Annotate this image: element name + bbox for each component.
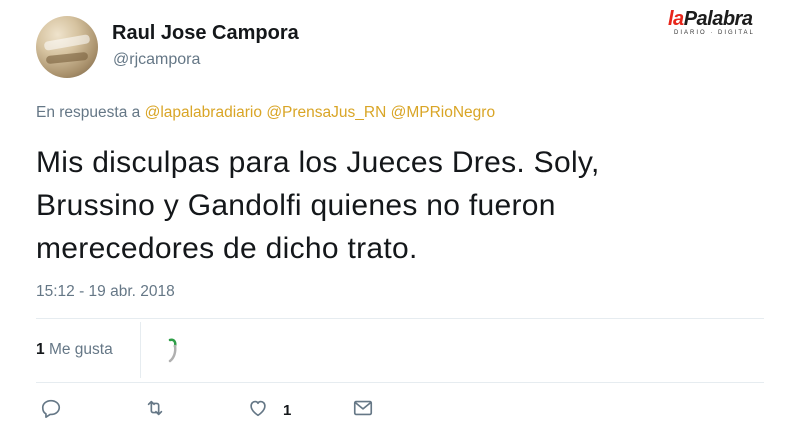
reply-context: En respuesta a @lapalabradiario @PrensaJ… bbox=[36, 104, 495, 122]
tweet-timestamp[interactable]: 15:12 - 19 abr. 2018 bbox=[36, 283, 175, 301]
likes-label: Me gusta bbox=[48, 341, 113, 358]
avatar[interactable] bbox=[36, 16, 98, 78]
mention-mprionegro[interactable]: @MPRioNegro bbox=[391, 104, 495, 121]
tweet-text: Mis disculpas para los Jueces Dres. Soly… bbox=[36, 141, 736, 270]
retweet-button[interactable] bbox=[144, 398, 166, 422]
stat-divider bbox=[140, 322, 141, 378]
likes-stat[interactable]: 1 Me gusta bbox=[36, 341, 113, 359]
reply-button[interactable] bbox=[40, 398, 62, 422]
mention-prensajus-rn[interactable]: @PrensaJus_RN bbox=[266, 104, 386, 121]
tweet-line: merecedores de dicho trato. bbox=[36, 232, 418, 265]
logo-palabra: Palabra bbox=[683, 8, 753, 30]
reply-icon bbox=[40, 397, 62, 424]
author-handle[interactable]: @rjcampora bbox=[113, 51, 200, 69]
logo-la: la bbox=[668, 8, 684, 30]
direct-message-button[interactable] bbox=[352, 398, 374, 422]
envelope-icon bbox=[352, 397, 374, 424]
la-palabra-logo: laPalabra DIARIO · DIGITAL bbox=[668, 8, 772, 40]
logo-tagline: DIARIO · DIGITAL bbox=[674, 30, 755, 36]
author-name[interactable]: Raul Jose Campora bbox=[112, 22, 299, 45]
tweet-line: Mis disculpas para los Jueces Dres. Soly… bbox=[36, 146, 600, 179]
reply-prefix: En respuesta a bbox=[36, 104, 141, 121]
liker-avatar[interactable] bbox=[162, 334, 186, 366]
like-count: 1 bbox=[283, 401, 292, 419]
like-button[interactable]: 1 bbox=[247, 398, 291, 422]
mention-lapalabradiario[interactable]: @lapalabradiario bbox=[145, 104, 262, 121]
divider bbox=[36, 318, 764, 319]
likes-count: 1 bbox=[36, 341, 45, 358]
retweet-icon bbox=[144, 397, 166, 424]
heart-icon bbox=[247, 397, 269, 424]
divider bbox=[36, 382, 764, 383]
tweet-line: Brussino y Gandolfi quienes no fueron bbox=[36, 189, 556, 222]
